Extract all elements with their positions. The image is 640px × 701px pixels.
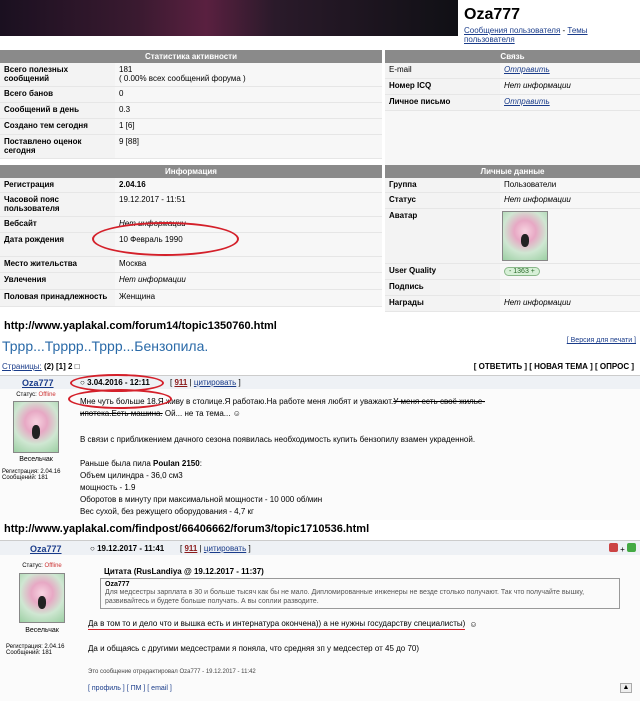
profile-section: Oza777 Сообщения пользователя - Темы пол… bbox=[0, 0, 640, 318]
contacts-table: Связь E-mail Отправить Номер ICQ Нет инфор… bbox=[385, 50, 640, 173]
spec-item: Вес сухой, без режущего оборудования - 4… bbox=[80, 507, 254, 516]
email-send-link[interactable]: Отправить bbox=[500, 63, 640, 78]
quote-link[interactable]: цитировать bbox=[204, 544, 246, 553]
status-offline: Offline bbox=[38, 392, 56, 398]
post-reply: Да в том то и дело что и вышка есть и ин… bbox=[88, 619, 478, 653]
pages-label[interactable]: Страницы: bbox=[2, 362, 42, 371]
scroll-top-button[interactable]: ▲ bbox=[620, 683, 632, 693]
age-highlight-ellipse bbox=[68, 389, 172, 409]
url-caption-2: http://www.yaplakal.com/findpost/6640666… bbox=[4, 523, 370, 535]
stats-header: Статистика активности bbox=[0, 50, 382, 63]
reply-icon[interactable] bbox=[627, 543, 636, 552]
author-panel: Статус: Offline Весельчак Регистрация: 2… bbox=[6, 563, 65, 656]
pages-value[interactable]: (2) [1] 2 bbox=[44, 362, 72, 371]
quote-link[interactable]: цитировать bbox=[194, 378, 236, 387]
post-score: [ 911 | цитировать ] bbox=[180, 544, 251, 553]
plus-icon[interactable]: + bbox=[620, 545, 625, 554]
score-value[interactable]: 911 bbox=[174, 378, 187, 387]
thread-actions[interactable]: [ ОТВЕТИТЬ ] [ НОВАЯ ТЕМА ] [ ОПРОС ] bbox=[474, 362, 634, 371]
pagination: Страницы: (2) [1] 2 □ bbox=[2, 362, 80, 371]
post-body: Мне чуть больше 18.Я живу в столице.Я ра… bbox=[80, 396, 636, 518]
author-panel: Статус: Offline Весельчак Регистрация: 2… bbox=[2, 392, 61, 481]
post-footer-links[interactable]: [ профиль ] [ ПМ ] [ email ] bbox=[88, 685, 172, 692]
post-tools: + bbox=[608, 543, 636, 554]
quote-block: Цитата (RusLandiya @ 19.12.2017 - 11:37)… bbox=[100, 567, 620, 609]
user-messages-link[interactable]: Сообщения пользователя bbox=[464, 26, 560, 35]
spec-item: мощность - 1.9 bbox=[80, 483, 136, 492]
post-author[interactable]: Oza777 bbox=[22, 378, 54, 388]
post-date: ○ 19.12.2017 - 11:41 bbox=[90, 544, 165, 553]
stats-table: Статистика активности Всего полезных соо… bbox=[0, 50, 382, 159]
pm-send-link[interactable]: Отправить bbox=[500, 95, 640, 110]
post-author[interactable]: Oza777 bbox=[30, 544, 62, 554]
profile-username: Oza777 bbox=[464, 6, 521, 23]
report-icon[interactable] bbox=[608, 543, 618, 552]
contacts-header: Связь bbox=[385, 50, 640, 63]
post-avatar bbox=[19, 573, 65, 623]
personal-table: Личные данные Группа Пользователи Статус Н… bbox=[385, 165, 640, 312]
print-version-link[interactable]: [ Версия для печати ] bbox=[567, 337, 636, 344]
smiley-icon: ☺ bbox=[232, 409, 241, 418]
spec-item: Объем цилиндра - 36,0 см3 bbox=[80, 471, 183, 480]
spec-item: Оборотов в минуту при максимальной мощно… bbox=[80, 495, 323, 504]
post-avatar bbox=[13, 401, 59, 453]
thread1-title: Тррр...Трррр..Тррр...Бензопила. bbox=[2, 338, 209, 354]
thread1-post: Oza777 ○ 3.04.2016 - 12:11 [ 911 | цитир… bbox=[0, 374, 640, 520]
info-header: Информация bbox=[0, 165, 382, 178]
birthdate-highlight-ellipse bbox=[92, 222, 239, 256]
url-caption-1: http://www.yaplakal.com/forum14/topic135… bbox=[4, 320, 277, 332]
personal-header: Личные данные bbox=[385, 165, 640, 178]
status-offline: Offline bbox=[44, 563, 62, 569]
post-date-icon: ○ bbox=[90, 544, 98, 553]
profile-avatar bbox=[502, 211, 548, 261]
thread2-section: Oza777 ○ 19.12.2017 - 11:41 [ 911 | цити… bbox=[0, 540, 640, 701]
score-value[interactable]: 911 bbox=[184, 544, 197, 553]
pages-icon: □ bbox=[74, 362, 80, 371]
profile-banner-image bbox=[0, 0, 458, 36]
profile-links: Сообщения пользователя - Темы пользовате… bbox=[464, 26, 588, 44]
post-score: [ 911 | цитировать ] bbox=[170, 378, 241, 387]
thread1-section: [ Версия для печати ] Тррр...Трррр..Тррр… bbox=[0, 334, 640, 520]
guitar-smiley-icon: ☺ bbox=[469, 620, 478, 629]
user-quality-badge[interactable]: - 1363 + bbox=[504, 267, 540, 276]
